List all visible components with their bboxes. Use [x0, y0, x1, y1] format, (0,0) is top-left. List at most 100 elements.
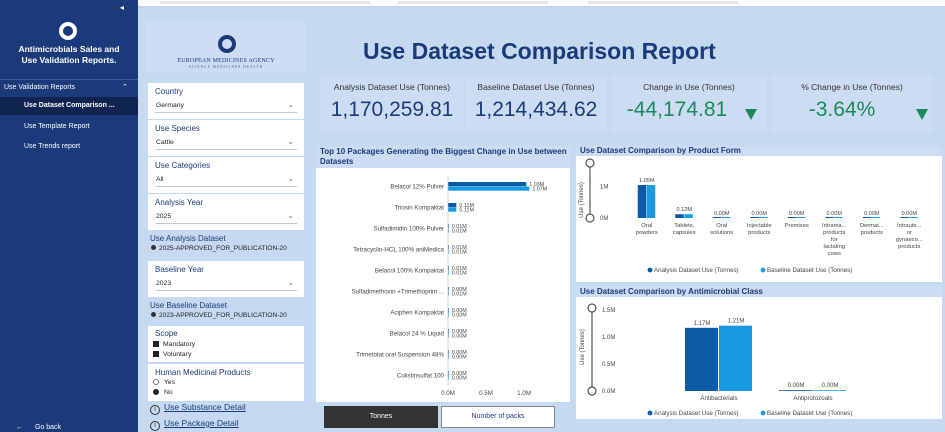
- human-medicinal-option-label: Yes: [164, 379, 176, 386]
- category-label: products: [823, 230, 845, 236]
- legend-swatch-baseline: [760, 267, 766, 273]
- chevron-down-icon: ⌄: [287, 278, 294, 287]
- sidebar-item-use-template-report[interactable]: Use Template Report: [0, 118, 138, 136]
- category-label: Intraute...: [897, 223, 922, 229]
- category-label: Intrama...: [822, 223, 847, 229]
- bar-analysis: [787, 217, 797, 218]
- bar-analysis: [637, 185, 647, 218]
- human-medicinal-option-yes[interactable]: Yes: [153, 379, 175, 386]
- top10-chart-title: Top 10 Packages Generating the Biggest C…: [316, 146, 570, 168]
- analysis-year-dropdown[interactable]: 2025 ⌄: [155, 210, 297, 224]
- category-label: products: [748, 230, 770, 236]
- data-label: 0.11M: [459, 208, 474, 214]
- radio-unselected-icon: [153, 379, 159, 385]
- sidebar-section-use-validation-reports[interactable]: Use Validation Reports ⌃: [0, 79, 138, 95]
- baseline-dataset-option[interactable]: 2023-APPROVED_FOR_PUBLICATION-20: [151, 312, 301, 319]
- human-medicinal-option-no[interactable]: No: [153, 389, 173, 396]
- kpi-label: % Change in Use (Tonnes): [801, 82, 903, 92]
- product-form-chart-title: Use Dataset Comparison by Product Form: [576, 146, 942, 156]
- bar-analysis: [779, 390, 812, 391]
- category-label: Belacol 100% Kompaktat: [375, 268, 444, 275]
- tonnes-toggle-button[interactable]: Tonnes: [324, 406, 438, 428]
- analysis-dataset-value: 2025-APPROVED_FOR_PUBLICATION-20: [159, 245, 287, 252]
- y-axis-slider-handle: [587, 386, 597, 396]
- triangle-down-icon: [745, 109, 757, 120]
- scope-option-mandatory[interactable]: Mandatory: [153, 341, 195, 348]
- analysis-dataset-option[interactable]: 2025-APPROVED_FOR_PUBLICATION-20: [151, 245, 301, 252]
- data-label: 1.07M: [532, 187, 547, 193]
- scope-option-label: Mandatory: [163, 341, 196, 348]
- bar-baseline: [813, 390, 846, 391]
- sidebar-item-use-trends-report[interactable]: Use Trends report: [0, 138, 138, 156]
- category-label: Oral: [716, 223, 727, 229]
- y-tick-label: 0M: [600, 216, 608, 222]
- analysis-dataset-label: Use Analysis Dataset: [150, 234, 226, 243]
- data-label: 0.00M: [788, 383, 805, 389]
- top10-packages-chart: Belacol 12% Pulver 1.03M1.07MTriosin Komp…: [352, 176, 548, 397]
- data-label: 0.01M: [452, 229, 467, 235]
- data-label: 0.00M: [452, 313, 467, 319]
- analysis-year-filter: Analysis Year 2025 ⌄: [148, 194, 304, 230]
- kpi-value: 1,170,259.81: [330, 98, 454, 121]
- bar-baseline: [684, 214, 693, 218]
- collapse-sidebar-icon[interactable]: ◂: [120, 3, 124, 12]
- category-label: capsules: [673, 230, 696, 236]
- ema-brand-block: EUROPEAN MEDICINES AGENCY SCIENCE MEDICI…: [146, 22, 306, 72]
- scope-option-voluntary[interactable]: Voluntary: [153, 351, 191, 358]
- chevron-down-icon: ⌄: [287, 211, 294, 220]
- chevron-up-icon: ⌃: [122, 84, 128, 91]
- bar-analysis: [448, 203, 457, 208]
- baseline-dataset-label: Use Baseline Dataset: [150, 301, 227, 310]
- country-filter: Country Germany ⌄: [148, 83, 304, 119]
- bar-analysis: [448, 182, 527, 187]
- number-of-packs-toggle-button[interactable]: Number of packs: [441, 406, 555, 428]
- y-tick-label: 0.0M: [602, 389, 615, 395]
- antimicrobial-class-chart-title: Use Dataset Comparison by Antimicrobial …: [576, 287, 942, 297]
- use-species-dropdown[interactable]: Cattle ⌄: [155, 136, 297, 150]
- chevron-down-icon: ⌄: [287, 100, 294, 109]
- sidebar-title-line1: Antimicrobials Sales and: [18, 44, 120, 54]
- category-label: Colistinsulfat 100: [397, 373, 445, 380]
- radio-selected-icon: [151, 245, 156, 250]
- category-label: Sulfadimidin 100% Pulver: [373, 226, 444, 233]
- country-dropdown[interactable]: Germany ⌄: [155, 99, 297, 113]
- category-label: Antibacterials: [700, 395, 737, 402]
- baseline-year-filter: Baseline Year 2023 ⌄: [148, 261, 304, 297]
- use-species-filter: Use Species Cattle ⌄: [148, 120, 304, 156]
- bar-baseline: [721, 217, 731, 218]
- kpi-percent-change-in-use: % Change in Use (Tonnes) -3.64%: [772, 76, 932, 132]
- data-label: 1.05M: [639, 178, 655, 184]
- kpi-label: Baseline Dataset Use (Tonnes): [477, 82, 595, 92]
- go-back-button[interactable]: ← Go back: [16, 424, 61, 431]
- bar-baseline: [796, 217, 806, 218]
- use-substance-detail-link[interactable]: i Use Substance Detail: [150, 402, 246, 415]
- baseline-year-value: 2023: [156, 280, 172, 287]
- y-tick-label: 1M: [600, 185, 608, 191]
- category-label: for: [831, 237, 838, 243]
- use-package-detail-link[interactable]: i Use Package Detail: [150, 418, 239, 431]
- use-categories-dropdown[interactable]: All ⌄: [155, 173, 297, 187]
- ema-logo-icon: [218, 35, 236, 53]
- triangle-down-icon: [916, 109, 928, 120]
- data-label: 0.01M: [452, 250, 467, 256]
- use-package-detail-label: Use Package Detail: [164, 418, 239, 428]
- category-label: Oral: [641, 223, 652, 229]
- legend-label-baseline: Baseline Dataset Use (Tonnes): [767, 267, 852, 274]
- baseline-dataset-value: 2023-APPROVED_FOR_PUBLICATION-20: [159, 312, 287, 319]
- checkbox-checked-icon: [153, 351, 159, 357]
- analysis-dataset-filter: Use Analysis Dataset 2025-APPROVED_FOR_P…: [148, 231, 304, 257]
- chevron-down-icon: ⌄: [287, 174, 294, 183]
- arrow-left-icon: ←: [16, 424, 23, 431]
- sidebar-item-use-dataset-comparison[interactable]: Use Dataset Comparison ...: [0, 97, 138, 115]
- legend-swatch-analysis: [647, 267, 653, 273]
- category-label: solutions: [710, 230, 733, 236]
- bar-analysis: [712, 217, 722, 218]
- use-species-label: Use Species: [155, 124, 200, 133]
- kpi-change-in-use: Change in Use (Tonnes) -44,174.81: [612, 76, 766, 132]
- kpi-value: -44,174.81: [626, 98, 728, 121]
- use-categories-label: Use Categories: [155, 161, 211, 170]
- baseline-year-dropdown[interactable]: 2023 ⌄: [155, 277, 297, 291]
- checkbox-checked-icon: [153, 341, 159, 347]
- kpi-analysis-dataset-use: Analysis Dataset Use (Tonnes) 1,170,259.…: [320, 76, 464, 132]
- sidebar-title: Antimicrobials Sales and Use Validation …: [0, 44, 138, 66]
